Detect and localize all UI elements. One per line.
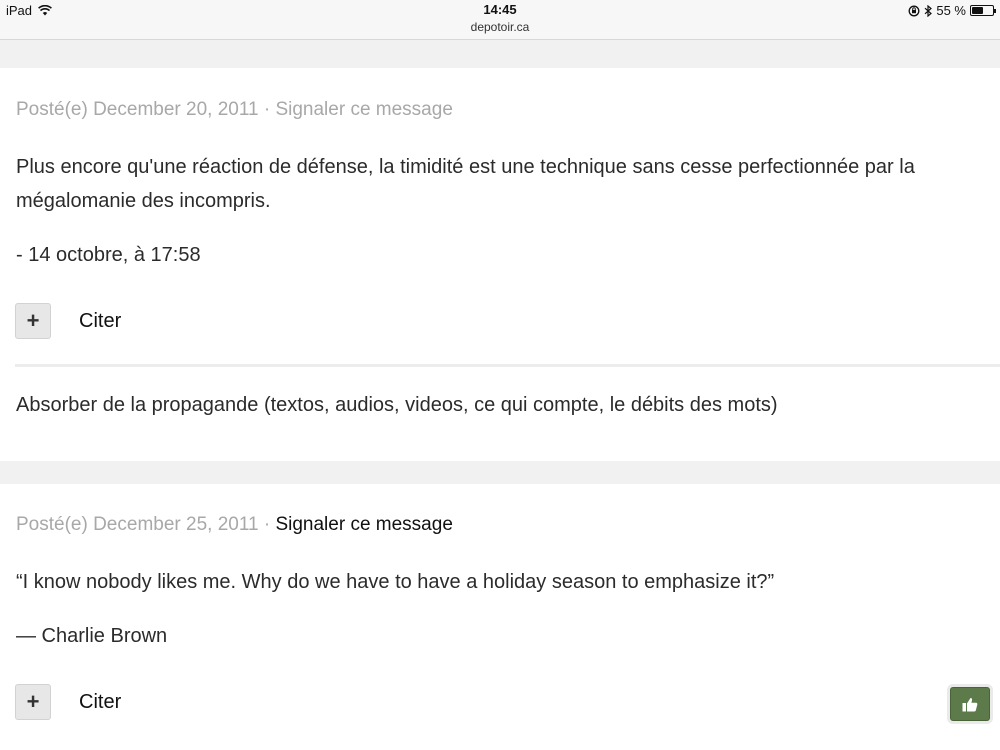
quote-link[interactable]: Citer <box>79 310 121 333</box>
report-post-link[interactable]: Signaler ce message <box>275 99 452 120</box>
quote-row: + Citer <box>15 303 121 339</box>
user-signature: Absorber de la propagande (textos, audio… <box>16 394 778 416</box>
address-bar-url[interactable]: depotoir.ca <box>0 20 1000 34</box>
post-date: Posté(e) December 20, 2011 <box>16 99 259 120</box>
plus-icon: + <box>26 689 40 714</box>
bluetooth-icon <box>924 4 933 17</box>
rotation-lock-icon <box>908 5 920 16</box>
post-date: Posté(e) December 25, 2011 <box>16 514 259 535</box>
status-time: 14:45 <box>483 2 517 17</box>
post-paragraph: — Charlie Brown <box>16 625 168 647</box>
battery-level <box>972 7 983 14</box>
forum-post: Posté(e) December 20, 2011 · Signaler ce… <box>0 68 1000 461</box>
quote-row: + Citer <box>15 684 121 720</box>
quote-link[interactable]: Citer <box>79 691 121 714</box>
battery-percent: 55 % <box>936 3 966 18</box>
meta-separator: · <box>258 99 276 120</box>
like-button[interactable] <box>950 687 990 721</box>
signature-divider <box>15 364 1000 367</box>
post-paragraph: - 14 octobre, à 17:58 <box>16 244 201 266</box>
report-post-link[interactable]: Signaler ce message <box>275 514 452 535</box>
post-paragraph: Plus encore qu'une réaction de défense, … <box>16 156 915 212</box>
multiquote-button[interactable]: + <box>15 303 51 339</box>
post-meta: Posté(e) December 20, 2011 · Signaler ce… <box>16 99 453 121</box>
post-paragraph: “I know nobody likes me. Why do we have … <box>16 571 775 593</box>
thumbs-up-icon <box>962 697 978 711</box>
plus-icon: + <box>26 308 40 333</box>
battery-icon <box>970 5 996 16</box>
multiquote-button[interactable]: + <box>15 684 51 720</box>
forum-post: Posté(e) December 25, 2011 · Signaler ce… <box>0 484 1000 750</box>
meta-separator: · <box>258 514 276 535</box>
post-meta: Posté(e) December 25, 2011 · Signaler ce… <box>16 514 453 536</box>
status-right: 55 % <box>908 3 996 18</box>
status-bar: iPad 14:45 depotoir.ca 55 % <box>0 0 1000 40</box>
